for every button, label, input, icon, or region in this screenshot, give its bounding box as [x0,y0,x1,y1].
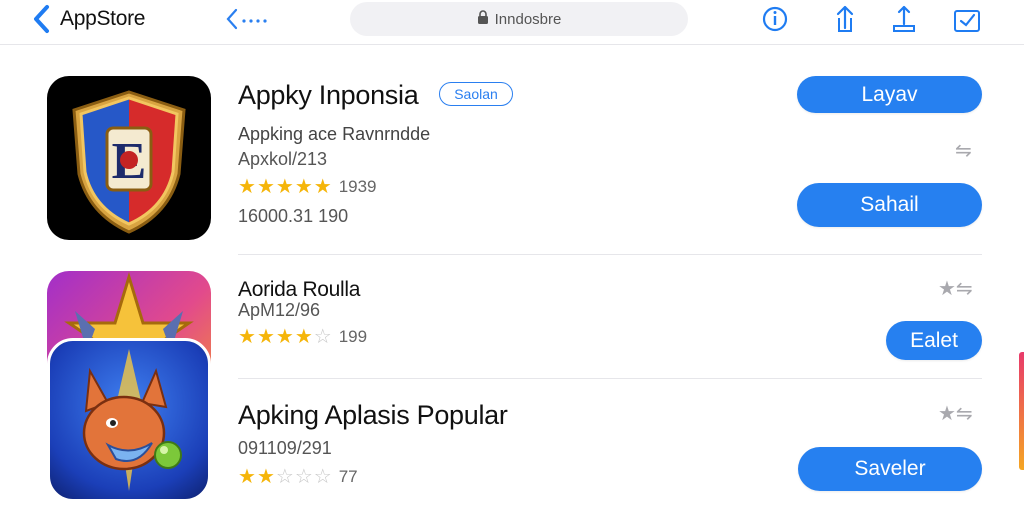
lock-icon [477,10,489,28]
tabs-button[interactable] [952,4,982,34]
upload-button[interactable] [889,4,919,34]
primary-action-button[interactable]: Layav [797,76,982,113]
rating-stars: ★ ★ ☆ ☆ ☆ 77 [238,467,358,487]
star-filled-icon: ★ [313,176,332,198]
star-empty-icon: ☆ [294,466,313,488]
tabs-check-icon [954,10,980,32]
address-bar[interactable]: Inndosbre [350,2,688,36]
share-button[interactable] [830,4,860,34]
fox-character-icon [82,349,182,491]
app-title[interactable]: Apking Aplasis Popular [238,400,508,431]
history-back-button[interactable] [224,6,274,32]
back-button[interactable]: AppStore [32,4,145,34]
divider [238,378,982,379]
url-text: Inndosbre [494,10,562,28]
rating-count: 1939 [338,177,377,196]
back-label: AppStore [60,7,146,30]
app-icon-fox[interactable] [47,338,211,502]
app-meta: ApM12/96 [238,300,321,320]
rating-stars: ★ ★ ★ ★ ★ 1939 [238,177,377,197]
category-badge: Saolan [439,82,513,106]
favorite-share-icon[interactable]: ★⇋ [938,276,973,301]
star-empty-icon: ☆ [313,466,332,488]
primary-action-button[interactable]: Saveler [798,447,982,491]
rating-count: 199 [338,327,368,346]
chevron-left-icon [32,4,52,34]
info-icon [762,6,788,32]
share-up-icon [836,5,854,32]
chevron-dots-icon [226,8,267,30]
upload-icon [893,5,915,32]
star-filled-icon: ★ [275,326,294,348]
app-title[interactable]: Appky Inponsia [238,80,419,111]
rating-stars: ★ ★ ★ ★ ☆ 199 [238,327,367,347]
star-filled-icon: ★ [256,466,275,488]
primary-action-button[interactable]: Ealet [886,321,982,360]
star-filled-icon: ★ [294,326,313,348]
star-filled-icon: ★ [238,176,256,198]
favorite-share-icon[interactable]: ★⇋ [938,401,973,426]
info-button[interactable] [760,4,790,34]
top-bar: AppStore Inndosbre [0,0,1024,45]
share-arrow-icon[interactable]: ⇋ [955,138,972,163]
star-empty-icon: ☆ [313,326,332,348]
star-filled-icon: ★ [238,466,256,488]
shield-logo-icon: E [72,90,186,234]
star-filled-icon: ★ [256,326,275,348]
star-filled-icon: ★ [275,176,294,198]
star-filled-icon: ★ [238,326,256,348]
app-title[interactable]: Aorida Roulla [238,278,360,302]
divider [238,254,982,255]
app-meta: Apxkol/213 [238,149,328,169]
secondary-action-button[interactable]: Sahail [797,183,982,227]
app-icon-shield[interactable]: E [47,76,211,240]
download-count: 16000.31 190 [238,206,349,226]
app-subtitle: Appking ace Ravnrndde [238,124,431,144]
star-filled-icon: ★ [294,176,313,198]
star-filled-icon: ★ [256,176,275,198]
app-meta: 091109/291 [238,438,332,458]
side-panel-edge [1019,352,1024,470]
rating-count: 77 [338,467,358,486]
star-empty-icon: ☆ [275,466,294,488]
